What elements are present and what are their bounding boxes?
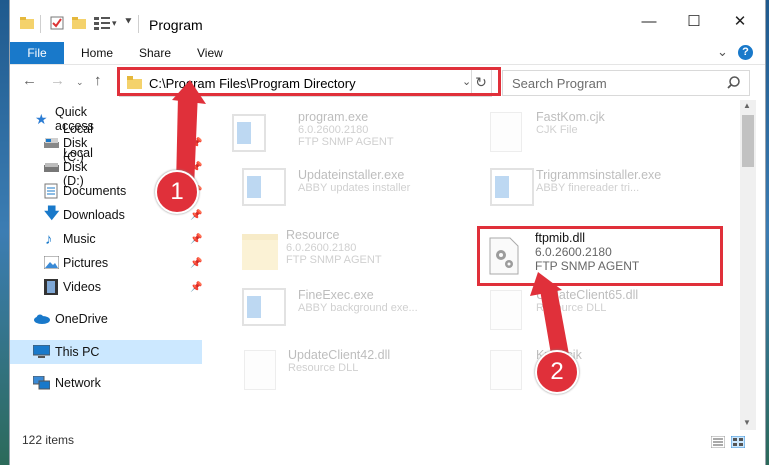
step-2-badge: 2 — [535, 350, 579, 394]
arrow-1-head — [172, 80, 206, 104]
annotation-arrows — [172, 80, 570, 366]
step-1-badge: 1 — [155, 170, 199, 214]
explorer-window: ▾ ⯆ Program — ☐ ✕ File Home Share View ⌄… — [10, 0, 765, 465]
